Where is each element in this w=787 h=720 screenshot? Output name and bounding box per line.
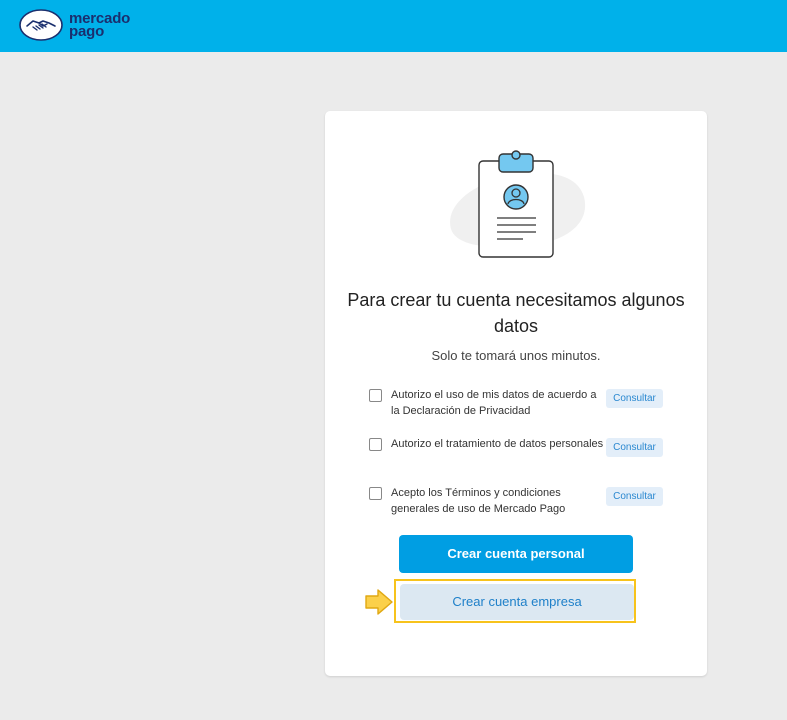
data-processing-checkbox[interactable] <box>369 438 382 451</box>
pointer-arrow-icon <box>365 589 393 615</box>
consent-data-processing: Autorizo el tratamiento de datos persona… <box>369 437 665 473</box>
clipboard-profile-icon <box>450 150 586 258</box>
handshake-icon <box>19 9 63 41</box>
privacy-checkbox[interactable] <box>369 389 382 402</box>
data-processing-consent-text: Autorizo el tratamiento de datos persona… <box>391 438 604 450</box>
top-header: mercado pago <box>0 0 787 52</box>
logo-wordmark: mercado pago <box>69 11 130 39</box>
privacy-consent-text: Autorizo el uso de mis datos de acuerdo … <box>391 389 597 417</box>
terms-checkbox[interactable] <box>369 487 382 500</box>
privacy-consult-button[interactable]: Consultar <box>606 389 663 408</box>
consent-terms: Acepto los Términos y condiciones genera… <box>369 486 665 522</box>
page-title: Para crear tu cuenta necesitamos algunos… <box>347 290 685 336</box>
consent-privacy: Autorizo el uso de mis datos de acuerdo … <box>369 388 665 424</box>
create-business-account-button[interactable]: Crear cuenta empresa <box>400 584 634 620</box>
create-personal-account-button[interactable]: Crear cuenta personal <box>399 535 633 573</box>
page-subtitle: Solo te tomará unos minutos. <box>431 348 601 363</box>
terms-consent-text: Acepto los Términos y condiciones genera… <box>391 487 566 515</box>
data-processing-consult-button[interactable]: Consultar <box>606 438 663 457</box>
mercado-pago-logo[interactable]: mercado pago <box>19 9 130 41</box>
terms-consult-button[interactable]: Consultar <box>606 487 663 506</box>
